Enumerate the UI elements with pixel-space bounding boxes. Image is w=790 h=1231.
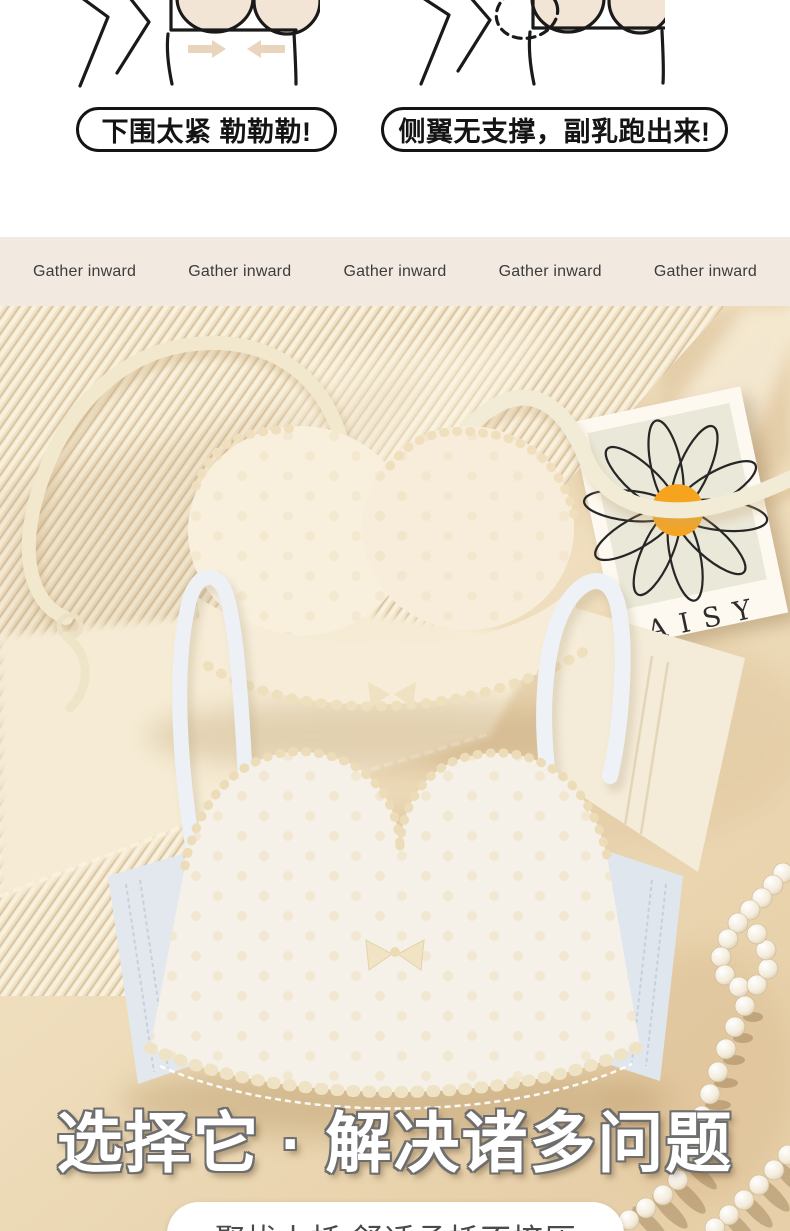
problem-illustrations-section: 下围太紧 勒勒勒! 侧翼无支撑，副乳跑出来! — [0, 0, 790, 237]
caption-box: 聚拢上托 舒适承托不挤压 — [167, 1202, 624, 1231]
product-photo: AISY 选择它 · 解决诸多问题 — [0, 306, 790, 1231]
photo-scene: AISY — [0, 306, 790, 1231]
arm-line — [78, 0, 110, 88]
illustration-side-spillover — [419, 0, 665, 86]
caption-text: 聚拢上托 舒适承托不挤压 — [167, 1215, 624, 1231]
squeeze-arrows-icon — [188, 40, 285, 58]
bust-shape — [175, 0, 255, 34]
gather-label: Gather inward — [653, 262, 757, 280]
gather-label: Gather inward — [33, 262, 137, 280]
torso-line — [660, 29, 665, 85]
arm-line — [115, 0, 151, 75]
gather-inward-band: Gather inward Gather inward Gather inwar… — [0, 237, 790, 306]
torso-line — [292, 31, 298, 86]
torso-line — [527, 30, 536, 86]
illustration-tight-underband — [78, 0, 320, 88]
gather-label: Gather inward — [343, 262, 447, 280]
arm-line — [456, 0, 492, 73]
headline: 选择它 · 解决诸多问题 — [56, 1106, 734, 1180]
gather-label: Gather inward — [188, 262, 292, 280]
torso-line — [165, 32, 174, 86]
gather-label: Gather inward — [498, 262, 602, 280]
problem-pill-tight-band: 下围太紧 勒勒勒! — [76, 107, 337, 152]
product-detail-page: 下围太紧 勒勒勒! 侧翼无支撑，副乳跑出来! Gather inward Gat… — [0, 0, 790, 1231]
problem-pill-side-spill: 侧翼无支撑，副乳跑出来! — [381, 107, 728, 152]
arm-line — [419, 0, 451, 86]
